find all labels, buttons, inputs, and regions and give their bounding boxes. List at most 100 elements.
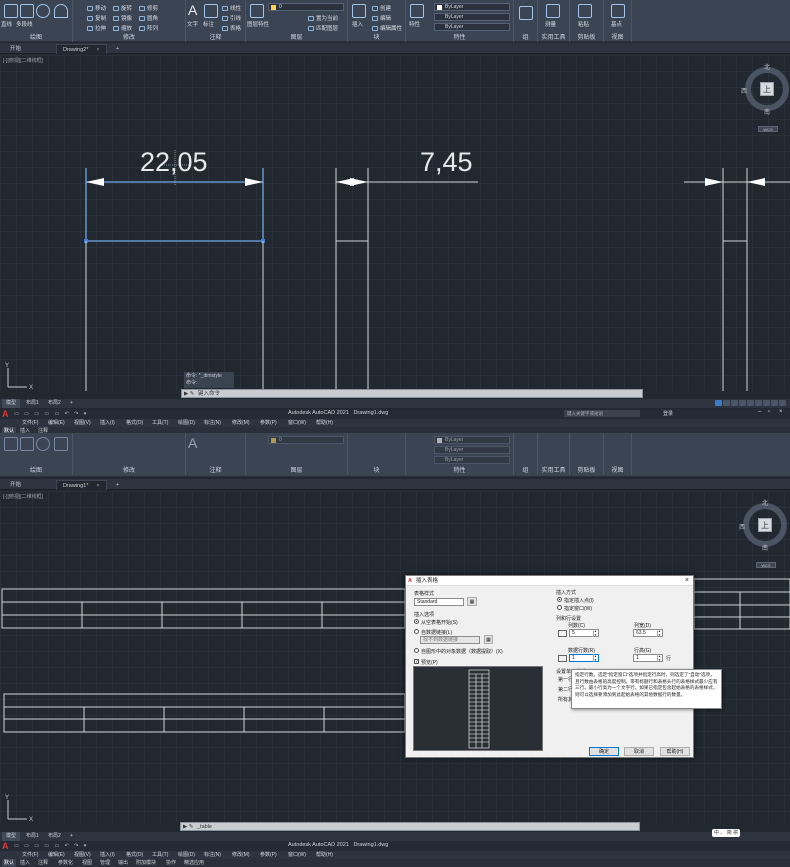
- tab-layout1[interactable]: 布局1: [22, 399, 43, 408]
- copy-tool[interactable]: 复制: [87, 14, 106, 22]
- table-tool[interactable]: 表格: [222, 24, 241, 32]
- stretch-tool[interactable]: 拉伸: [87, 24, 106, 32]
- menu-view[interactable]: 视图(V): [74, 851, 91, 859]
- ribbon-tab-annotate[interactable]: 注释: [36, 859, 50, 867]
- insert-tool[interactable]: 插入: [352, 20, 363, 28]
- ribbon-tab-output[interactable]: 输出: [116, 859, 130, 867]
- autocad-logo-icon[interactable]: A: [2, 841, 9, 851]
- trim-tool[interactable]: 修剪: [139, 4, 158, 12]
- menu-draw[interactable]: 绘图(D): [178, 851, 195, 859]
- wcs-menu[interactable]: WCS: [758, 126, 778, 132]
- quick-access-toolbar[interactable]: ▭ ▭ ▭ ▭ ▭ ↶ ↷ ▾: [14, 411, 88, 417]
- opt-data-link-radio[interactable]: [414, 629, 419, 634]
- autocad-logo-icon[interactable]: A: [2, 409, 9, 419]
- ribbon-tab-featured[interactable]: 精选应用: [182, 859, 206, 867]
- menu-window[interactable]: 窗口(W): [288, 851, 306, 859]
- data-link-launch-icon[interactable]: ▦: [484, 635, 493, 644]
- minimize-icon[interactable]: –: [758, 409, 761, 415]
- polyline-icon[interactable]: [20, 437, 34, 451]
- menu-tools[interactable]: 工具(T): [152, 419, 168, 427]
- menu-insert[interactable]: 插入(I): [100, 851, 115, 859]
- polar-toggle-icon[interactable]: [739, 400, 746, 406]
- layer-properties-icon[interactable]: [250, 4, 264, 18]
- menu-help[interactable]: 帮助(H): [316, 851, 333, 859]
- mode-point-radio[interactable]: [557, 597, 562, 602]
- drawing-canvas-top[interactable]: [-][俯视][二维线框] Y X 22,05 7,45 上 北 西 南 WCS…: [0, 55, 790, 391]
- new-tab-icon[interactable]: +: [110, 480, 125, 490]
- menu-format[interactable]: 格式(O): [126, 851, 143, 859]
- viewcube-top[interactable]: 上: [758, 518, 772, 532]
- customize-icon[interactable]: [779, 400, 786, 406]
- menu-insert[interactable]: 插入(I): [100, 419, 115, 427]
- menu-tools[interactable]: 工具(T): [152, 851, 168, 859]
- tab-drawing1[interactable]: Drawing1* ×: [56, 480, 107, 490]
- new-tab-icon[interactable]: +: [110, 44, 125, 54]
- text-icon[interactable]: A: [188, 435, 197, 451]
- measure-icon[interactable]: [546, 4, 560, 18]
- properties-icon[interactable]: [410, 4, 424, 18]
- ribbon-tab-addins[interactable]: 附加模块: [134, 859, 158, 867]
- ribbon-tab-default[interactable]: 默认: [2, 859, 17, 867]
- circle-icon[interactable]: [36, 4, 50, 18]
- viewcube-west[interactable]: 西: [739, 522, 745, 531]
- menu-modify[interactable]: 修改(M): [232, 851, 250, 859]
- circle-icon[interactable]: [36, 437, 50, 451]
- scale-icon[interactable]: [763, 400, 770, 406]
- dimension-icon[interactable]: [204, 4, 218, 18]
- add-layout-icon[interactable]: +: [66, 399, 77, 408]
- create-block-tool[interactable]: 创建: [372, 4, 391, 12]
- array-tool[interactable]: 阵列: [139, 24, 158, 32]
- ribbon-tab-manage[interactable]: 管理: [98, 859, 112, 867]
- mode-point-label[interactable]: 指定插入点(I): [564, 597, 594, 604]
- fillet-tool[interactable]: 圆角: [139, 14, 158, 22]
- viewcube-south[interactable]: 南: [764, 107, 770, 116]
- menu-edit[interactable]: 编辑(E): [48, 851, 65, 859]
- properties-tool[interactable]: 特性: [409, 20, 420, 28]
- arc-icon[interactable]: [54, 437, 68, 451]
- menu-modify[interactable]: 修改(M): [232, 419, 250, 427]
- line-icon[interactable]: [4, 4, 18, 18]
- menu-dimension[interactable]: 标注(N): [204, 851, 221, 859]
- ribbon-tab-view[interactable]: 视图: [80, 859, 94, 867]
- tab-layout1[interactable]: 布局1: [22, 832, 43, 841]
- menu-format[interactable]: 格式(O): [126, 419, 143, 427]
- menu-param[interactable]: 参数(P): [260, 851, 277, 859]
- close-dialog-icon[interactable]: ×: [685, 576, 689, 586]
- cancel-button[interactable]: 取消: [624, 747, 654, 756]
- paste-tool[interactable]: 粘贴: [578, 20, 589, 28]
- ribbon-tab-param[interactable]: 参数化: [56, 859, 75, 867]
- line-tool[interactable]: 直线: [1, 20, 12, 28]
- close-tab-icon[interactable]: ×: [96, 483, 99, 489]
- wcs-menu[interactable]: WCS: [756, 562, 776, 568]
- paste-icon[interactable]: [578, 4, 592, 18]
- opt-objects-label[interactable]: 自图形中的对象数据（数据提取）(X): [421, 648, 503, 655]
- lineweight-toggle-icon[interactable]: [755, 400, 762, 406]
- menu-param[interactable]: 参数(P): [260, 419, 277, 427]
- edit-attr-tool[interactable]: 编辑属性: [372, 24, 402, 32]
- tab-model[interactable]: 模型: [2, 832, 21, 841]
- mode-window-label[interactable]: 指定窗口(W): [564, 605, 592, 612]
- viewcube-north[interactable]: 北: [762, 498, 768, 507]
- lineweight-dropdown[interactable]: ByLayer: [434, 23, 510, 31]
- group-icon[interactable]: [519, 6, 533, 20]
- ortho-toggle-icon[interactable]: [731, 400, 738, 406]
- viewcube-north[interactable]: 北: [764, 62, 770, 71]
- tab-drawing2[interactable]: Drawing2* ×: [56, 44, 107, 54]
- menu-view[interactable]: 视图(V): [74, 419, 91, 427]
- arc-icon[interactable]: [54, 4, 68, 18]
- close-tab-icon[interactable]: ×: [96, 47, 99, 53]
- login-button[interactable]: 登录: [663, 410, 673, 417]
- line-icon[interactable]: [4, 437, 18, 451]
- set-current-tool[interactable]: 置为当前: [308, 14, 338, 22]
- opt-data-link-label[interactable]: 自数据链接(L): [421, 629, 452, 636]
- leader-tool[interactable]: 引线: [222, 14, 241, 22]
- opt-empty-radio[interactable]: [414, 619, 419, 624]
- opt-objects-radio[interactable]: [414, 648, 419, 653]
- layer-properties-tool[interactable]: 图层特性: [247, 20, 269, 28]
- osnap-toggle-icon[interactable]: [747, 400, 754, 406]
- edit-block-tool[interactable]: 编辑: [372, 14, 391, 22]
- preview-checkbox[interactable]: ✓: [414, 659, 419, 665]
- menu-help[interactable]: 帮助(H): [316, 419, 333, 427]
- match-layer-tool[interactable]: 匹配图层: [308, 24, 338, 32]
- rotate-tool[interactable]: 旋转: [113, 4, 132, 12]
